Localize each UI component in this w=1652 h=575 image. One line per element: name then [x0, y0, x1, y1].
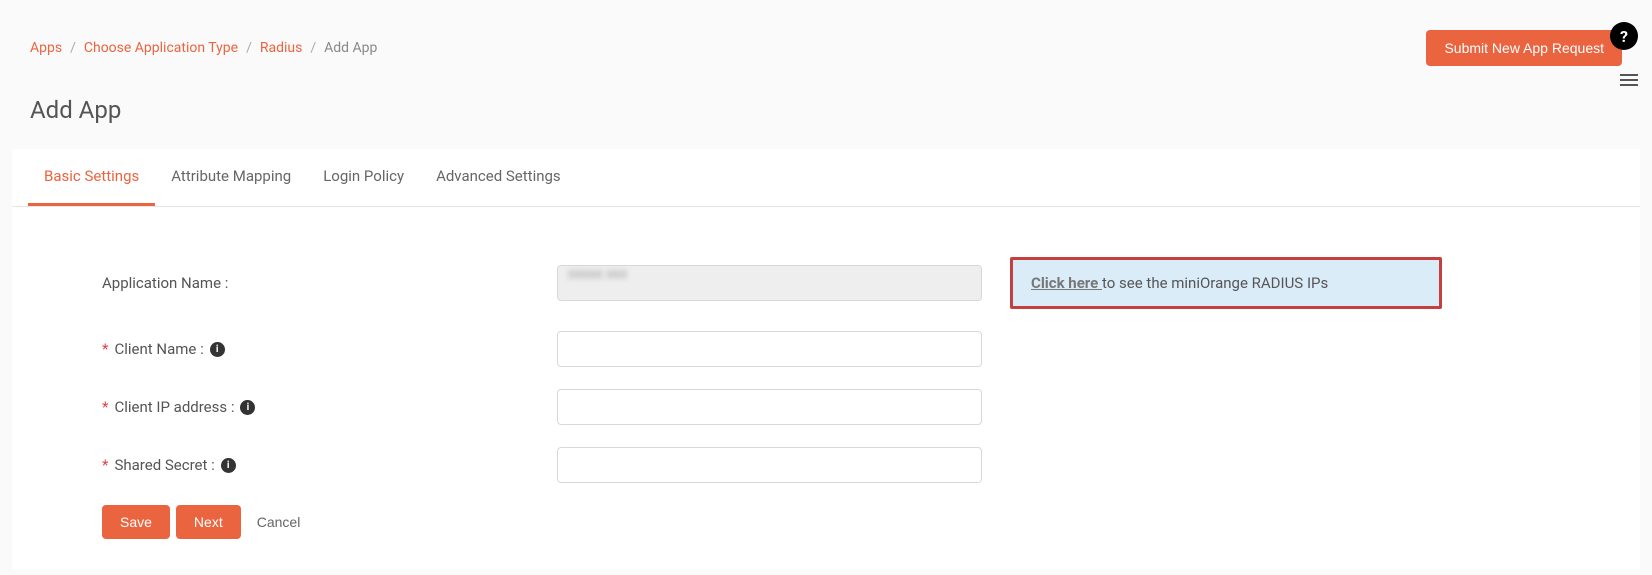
shared-secret-input[interactable]: [557, 447, 982, 483]
required-marker: *: [102, 398, 108, 416]
save-button[interactable]: Save: [102, 505, 170, 539]
app-name-label: Application Name :: [102, 274, 557, 292]
form-row-client-ip: *Client IP address : i: [102, 389, 1550, 425]
info-icon[interactable]: i: [221, 458, 236, 473]
client-name-input[interactable]: [557, 331, 982, 367]
form-area: Application Name : xxxxx xxx Click here …: [12, 207, 1640, 569]
page-title: Add App: [0, 76, 1652, 149]
info-box-text: to see the miniOrange RADIUS IPs: [1102, 274, 1328, 292]
breadcrumb-current: Add App: [324, 40, 377, 56]
tab-advanced-settings[interactable]: Advanced Settings: [420, 149, 577, 206]
client-name-label: *Client Name : i: [102, 340, 557, 358]
tab-login-policy[interactable]: Login Policy: [307, 149, 420, 206]
content-card: Basic Settings Attribute Mapping Login P…: [12, 149, 1640, 569]
hamburger-menu-icon[interactable]: [1620, 74, 1638, 86]
breadcrumb-link-radius[interactable]: Radius: [260, 40, 303, 56]
form-row-app-name: Application Name : xxxxx xxx Click here …: [102, 257, 1550, 309]
submit-new-app-button[interactable]: Submit New App Request: [1426, 30, 1622, 66]
info-icon[interactable]: i: [210, 342, 225, 357]
help-icon[interactable]: ?: [1610, 22, 1638, 50]
tab-basic-settings[interactable]: Basic Settings: [28, 149, 155, 206]
form-row-client-name: *Client Name : i: [102, 331, 1550, 367]
client-ip-input[interactable]: [557, 389, 982, 425]
cancel-button[interactable]: Cancel: [247, 505, 311, 539]
radius-ips-info-box: Click here to see the miniOrange RADIUS …: [1010, 257, 1442, 309]
next-button[interactable]: Next: [176, 505, 241, 539]
form-row-shared-secret: *Shared Secret : i: [102, 447, 1550, 483]
breadcrumb-separator: /: [70, 40, 76, 56]
breadcrumb-separator: /: [310, 40, 316, 56]
tabs: Basic Settings Attribute Mapping Login P…: [12, 149, 1640, 207]
breadcrumb: Apps / Choose Application Type / Radius …: [30, 40, 377, 56]
client-ip-label: *Client IP address : i: [102, 398, 557, 416]
tab-attribute-mapping[interactable]: Attribute Mapping: [155, 149, 307, 206]
breadcrumb-separator: /: [246, 40, 252, 56]
info-icon[interactable]: i: [240, 400, 255, 415]
click-here-link[interactable]: Click here: [1031, 274, 1102, 292]
breadcrumb-link-app-type[interactable]: Choose Application Type: [84, 40, 238, 56]
required-marker: *: [102, 340, 108, 358]
breadcrumb-link-apps[interactable]: Apps: [30, 40, 62, 56]
button-row: Save Next Cancel: [102, 505, 1550, 539]
app-name-input: xxxxx xxx: [557, 265, 982, 301]
required-marker: *: [102, 456, 108, 474]
shared-secret-label: *Shared Secret : i: [102, 456, 557, 474]
